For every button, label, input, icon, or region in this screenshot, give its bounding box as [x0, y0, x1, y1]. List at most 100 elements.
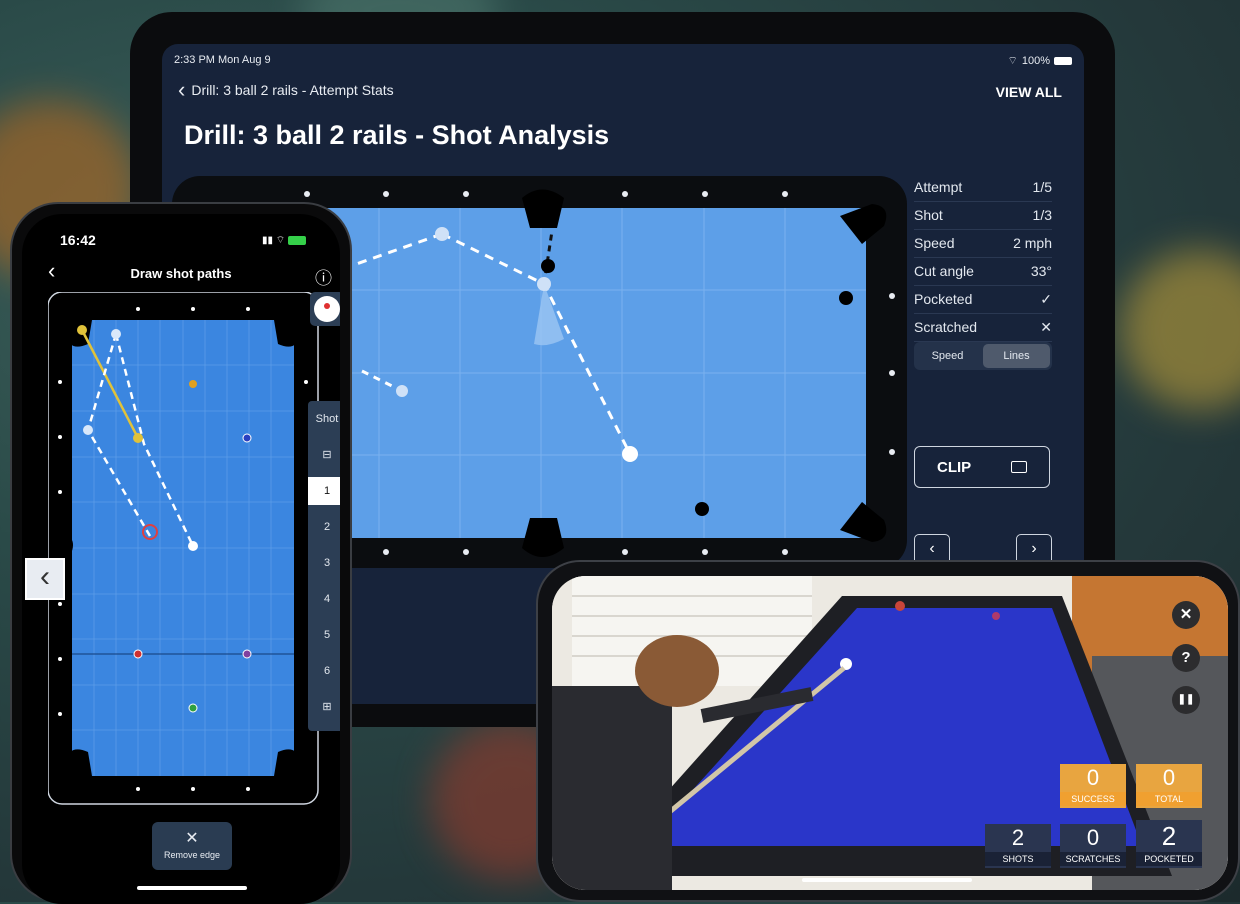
stat-row-speed: Speed 2 mph [914, 230, 1052, 258]
side-back-button[interactable]: ‹ [25, 558, 65, 600]
landscape-phone-device: ✕ ? ❚❚ 0 SUCCESS 0 TOTAL 2 SHOTS 0 SCRAT… [536, 560, 1240, 902]
stat-value: 2 mph [1013, 235, 1052, 251]
camera-view: ✕ ? ❚❚ 0 SUCCESS 0 TOTAL 2 SHOTS 0 SCRAT… [552, 576, 1228, 890]
phone-ball-orange [189, 380, 197, 388]
stat-row-scratched: Scratched ✕ [914, 314, 1052, 342]
stat-row-cut-angle: Cut angle 33° [914, 258, 1052, 286]
phone-ghost-ball-2 [83, 425, 93, 435]
camera-scene [552, 576, 1228, 890]
success-label: SUCCESS [1060, 792, 1126, 806]
pause-button[interactable]: ❚❚ [1172, 686, 1200, 714]
video-camera-icon [1011, 461, 1027, 473]
object-ball-3 [695, 502, 709, 516]
clip-label: CLIP [937, 458, 972, 476]
help-button[interactable]: ? [1172, 644, 1200, 672]
pocketed-label: POCKETED [1136, 852, 1202, 866]
shot-item-5[interactable]: 5 [308, 617, 340, 653]
view-segmented-control: Speed Lines [914, 342, 1052, 370]
battery-icon [287, 235, 306, 245]
stat-row-pocketed: Pocketed ✓ [914, 286, 1052, 314]
phone-status-icons: ▮▮ ⌔ [262, 234, 306, 247]
phone-title: Draw shot paths [130, 266, 232, 281]
battery-icon [1054, 57, 1072, 65]
cue-ball [622, 446, 638, 462]
total-tile: 0 TOTAL [1136, 764, 1202, 808]
phone-ball-red [133, 649, 143, 659]
tablet-status-time: 2:33 PM Mon Aug 9 [174, 54, 271, 66]
wifi-icon: ⌔ [275, 235, 286, 246]
stat-value: 1/5 [1032, 179, 1052, 195]
stat-label: Shot [914, 207, 943, 223]
stat-row-attempt: Attempt 1/5 [914, 174, 1052, 202]
shot-item-4[interactable]: 4 [308, 581, 340, 617]
close-icon: ✕ [185, 830, 199, 847]
phone-screen: 16:42 ▮▮ ⌔ ‹ Draw shot paths ⓘ Shot ⊟ 1 … [22, 214, 340, 904]
stat-label: Pocketed [914, 291, 973, 307]
phone-yellow-ball [77, 325, 87, 335]
phone-ball-purple [242, 649, 252, 659]
remove-edge-label: Remove edge [163, 850, 221, 860]
success-tile: 0 SUCCESS [1060, 764, 1126, 808]
red-ball [895, 601, 905, 611]
ghost-ball-2 [396, 385, 408, 397]
plus-icon[interactable]: ⊞ [308, 689, 340, 725]
home-indicator [137, 886, 247, 890]
back-label: Drill: 3 ball 2 rails - Attempt Stats [191, 82, 394, 98]
phone-yellow-target [133, 433, 143, 443]
check-icon: ✓ [1040, 291, 1052, 307]
signal-icon: ▮▮ [262, 235, 274, 246]
phone-ball-green [188, 703, 198, 713]
shot-item-6[interactable]: 6 [308, 653, 340, 689]
shots-tile: 2 SHOTS [985, 824, 1051, 868]
phone-ghost-ball [111, 329, 121, 339]
purple-ball [992, 612, 1000, 620]
cue-tip-selector[interactable] [310, 292, 340, 326]
phone-ball-blue [242, 433, 252, 443]
scratches-value: 0 [1086, 825, 1100, 850]
stat-value: 33° [1030, 263, 1052, 279]
segment-speed[interactable]: Speed [914, 342, 981, 370]
shots-label: SHOTS [985, 852, 1051, 866]
close-button[interactable]: ✕ [1172, 601, 1200, 629]
info-icon[interactable]: ⓘ [315, 264, 332, 289]
player-body [552, 686, 672, 890]
success-value: 0 [1086, 765, 1100, 790]
stat-row-shot: Shot 1/3 [914, 202, 1052, 230]
stat-label: Scratched [914, 319, 978, 335]
cross-icon: ✕ [1040, 319, 1052, 335]
chevron-left-icon: ‹ [178, 77, 186, 102]
ghost-ball [435, 227, 449, 241]
clip-button[interactable]: CLIP [914, 446, 1050, 488]
stat-label: Attempt [914, 179, 963, 195]
segment-lines[interactable]: Lines [983, 344, 1050, 368]
minus-icon[interactable]: ⊟ [308, 437, 340, 473]
shot-item-3[interactable]: 3 [308, 545, 340, 581]
phone-pocket-tr [274, 320, 300, 347]
stat-label: Cut angle [914, 263, 974, 279]
tablet-status-right: ⌔ 100% [1008, 54, 1072, 68]
wifi-icon: ⌔ [1007, 55, 1018, 67]
object-ball [541, 259, 555, 273]
shot-item-2[interactable]: 2 [308, 509, 340, 545]
back-button[interactable]: ‹ Drill: 3 ball 2 rails - Attempt Stats [178, 77, 394, 102]
total-label: TOTAL [1136, 792, 1202, 806]
pocketed-value: 2 [1161, 821, 1177, 851]
object-ball-2 [839, 291, 853, 305]
landscape-home-indicator [802, 878, 972, 882]
phone-cue-ball [188, 541, 198, 551]
phone-pocket-bl [66, 749, 92, 776]
shot-item-1[interactable]: 1 [308, 477, 340, 505]
phone-device: 16:42 ▮▮ ⌔ ‹ Draw shot paths ⓘ Shot ⊟ 1 … [10, 202, 352, 904]
phone-table-diagram [48, 292, 319, 805]
phone-pocket-br [274, 749, 300, 776]
player-beanie [635, 635, 719, 707]
shots-value: 2 [1011, 825, 1025, 850]
stat-value: 1/3 [1032, 207, 1052, 223]
remove-edge-button[interactable]: ✕ Remove edge [152, 822, 232, 870]
scratches-tile: 0 SCRATCHES [1060, 824, 1126, 868]
cue-ball-icon [314, 296, 340, 322]
bg-ball-yellow [1120, 250, 1240, 410]
view-all-button[interactable]: VIEW ALL [996, 84, 1062, 100]
scratches-label: SCRATCHES [1060, 852, 1126, 866]
stat-label: Speed [914, 235, 955, 251]
